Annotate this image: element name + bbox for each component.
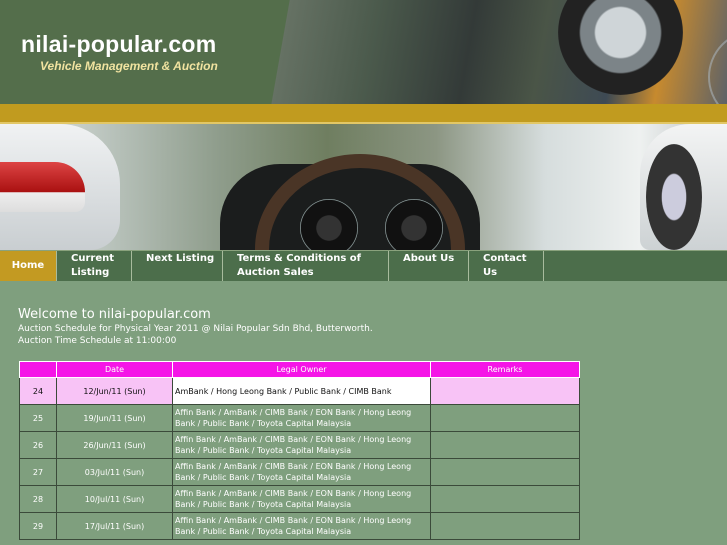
table-row: 29 17/Jul/11 (Sun) Affin Bank / AmBank /… (19, 512, 580, 540)
col-header-no (19, 361, 57, 378)
cell-owner: AmBank / Hong Leong Bank / Public Bank /… (172, 377, 431, 405)
cell-remarks (430, 431, 580, 459)
nav-current-listing[interactable]: Current Listing (57, 251, 132, 281)
cell-remarks (430, 512, 580, 540)
tire-image (558, 0, 683, 95)
logo-panel: nilai-popular.com Vehicle Management & A… (0, 0, 270, 104)
welcome-heading: Welcome to nilai-popular.com (18, 307, 211, 322)
table-row: 25 19/Jun/11 (Sun) Affin Bank / AmBank /… (19, 404, 580, 432)
col-header-remarks: Remarks (430, 361, 580, 378)
nav-home[interactable]: Home (0, 251, 57, 281)
cell-remarks (430, 458, 580, 486)
table-row: 28 10/Jul/11 (Sun) Affin Bank / AmBank /… (19, 485, 580, 513)
schedule-text: Auction Schedule for Physical Year 2011 … (18, 324, 373, 334)
time-schedule-text: Auction Time Schedule at 11:00:00 (18, 336, 177, 346)
table-row: 27 03/Jul/11 (Sun) Affin Bank / AmBank /… (19, 458, 580, 486)
cell-remarks (430, 377, 580, 405)
cell-owner: Affin Bank / AmBank / CIMB Bank / EON Ba… (172, 485, 431, 513)
cell-date: 10/Jul/11 (Sun) (56, 485, 173, 513)
cell-no: 29 (19, 512, 57, 540)
cell-owner: Affin Bank / AmBank / CIMB Bank / EON Ba… (172, 404, 431, 432)
site-title[interactable]: nilai-popular.com (21, 31, 217, 58)
cell-date: 17/Jul/11 (Sun) (56, 512, 173, 540)
cell-date: 03/Jul/11 (Sun) (56, 458, 173, 486)
nav-about[interactable]: About Us (389, 251, 469, 281)
auction-schedule-table: Date Legal Owner Remarks 24 12/Jun/11 (S… (19, 361, 580, 540)
car-right-tire-image (646, 144, 702, 250)
nav-terms[interactable]: Terms & Conditions of Auction Sales (223, 251, 389, 281)
cell-no: 28 (19, 485, 57, 513)
table-header-row: Date Legal Owner Remarks (19, 361, 580, 378)
cell-date: 19/Jun/11 (Sun) (56, 404, 173, 432)
cell-owner: Affin Bank / AmBank / CIMB Bank / EON Ba… (172, 458, 431, 486)
cell-no: 25 (19, 404, 57, 432)
col-header-date: Date (56, 361, 173, 378)
nav-contact[interactable]: Contact Us (469, 251, 544, 281)
cell-owner: Affin Bank / AmBank / CIMB Bank / EON Ba… (172, 431, 431, 459)
site-header: nilai-popular.com Vehicle Management & A… (0, 0, 727, 104)
cell-remarks (430, 404, 580, 432)
header-photo (258, 0, 727, 104)
cell-date: 12/Jun/11 (Sun) (56, 377, 173, 405)
main-nav: Home Current Listing Next Listing Terms … (0, 250, 727, 281)
cell-no: 27 (19, 458, 57, 486)
taillight-image (0, 162, 85, 212)
table-row: 26 26/Jun/11 (Sun) Affin Bank / AmBank /… (19, 431, 580, 459)
cell-no: 24 (19, 377, 57, 405)
cell-owner: Affin Bank / AmBank / CIMB Bank / EON Ba… (172, 512, 431, 540)
nav-next-listing[interactable]: Next Listing (132, 251, 223, 281)
site-tagline: Vehicle Management & Auction (40, 59, 218, 73)
banner-image (0, 124, 727, 250)
gold-bar (0, 104, 727, 124)
cell-no: 26 (19, 431, 57, 459)
cell-remarks (430, 485, 580, 513)
gauge-image (708, 30, 727, 104)
cell-date: 26/Jun/11 (Sun) (56, 431, 173, 459)
table-row: 24 12/Jun/11 (Sun) AmBank / Hong Leong B… (19, 377, 580, 405)
col-header-owner: Legal Owner (172, 361, 431, 378)
